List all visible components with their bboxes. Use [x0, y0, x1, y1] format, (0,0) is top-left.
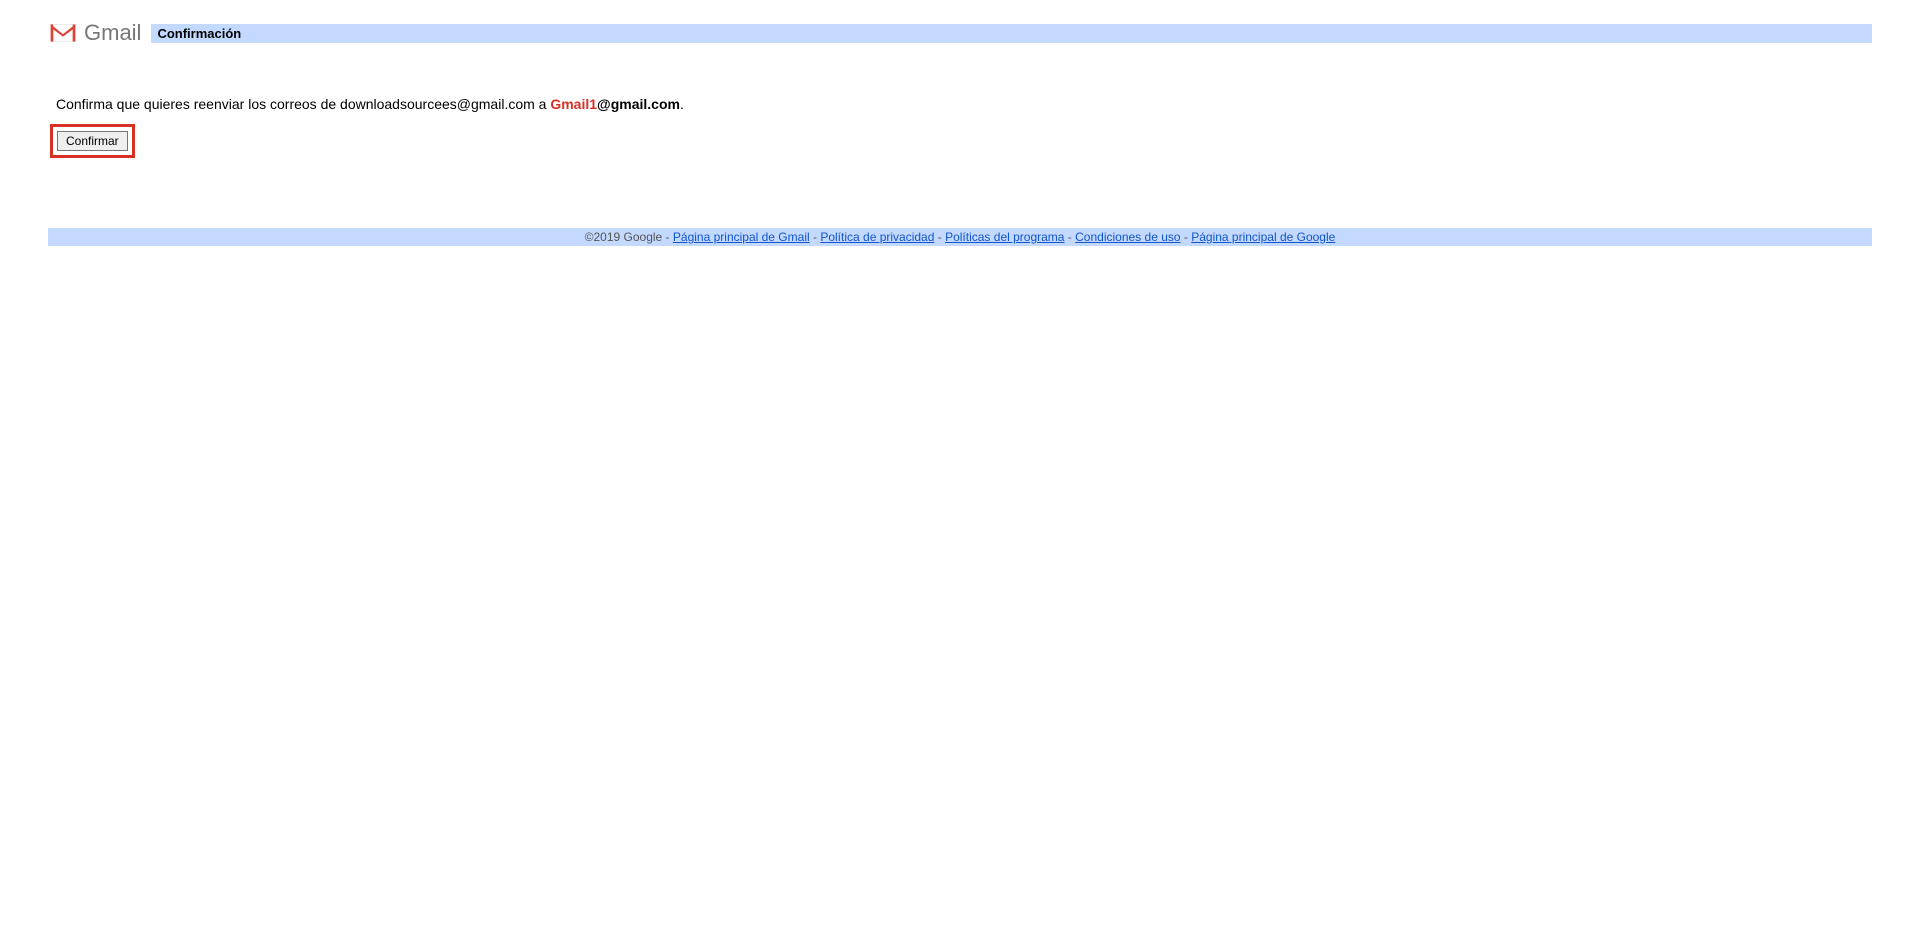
target-email-suffix: @gmail.com [597, 96, 680, 112]
message-prefix: Confirma que quieres reenviar los correo… [56, 96, 550, 112]
confirm-button[interactable]: Confirmar [57, 131, 128, 151]
gmail-logo: Gmail [48, 20, 141, 46]
footer-separator: - [1181, 230, 1192, 244]
footer: ©2019 Google - Página principal de Gmail… [48, 228, 1872, 246]
footer-separator: - [662, 230, 673, 244]
footer-link-program-policies[interactable]: Políticas del programa [945, 230, 1064, 244]
footer-copyright: ©2019 Google [585, 230, 663, 244]
gmail-product-name: Gmail [84, 20, 141, 46]
footer-separator: - [934, 230, 945, 244]
gmail-icon [48, 22, 78, 44]
target-email-prefix: Gmail1 [550, 96, 597, 112]
footer-link-gmail-home[interactable]: Página principal de Gmail [673, 230, 810, 244]
header: Gmail Confirmación [48, 20, 1872, 46]
page-title-bar: Confirmación [151, 24, 1872, 43]
footer-link-privacy[interactable]: Política de privacidad [820, 230, 934, 244]
page-container: Gmail Confirmación Confirma que quieres … [0, 0, 1920, 266]
confirmation-message: Confirma que quieres reenviar los correo… [48, 96, 1872, 112]
confirm-button-highlight: Confirmar [50, 124, 135, 158]
message-end: . [680, 96, 684, 112]
footer-link-google-home[interactable]: Página principal de Google [1191, 230, 1335, 244]
footer-link-terms[interactable]: Condiciones de uso [1075, 230, 1180, 244]
footer-separator: - [810, 230, 821, 244]
footer-separator: - [1064, 230, 1075, 244]
page-title: Confirmación [157, 26, 241, 41]
